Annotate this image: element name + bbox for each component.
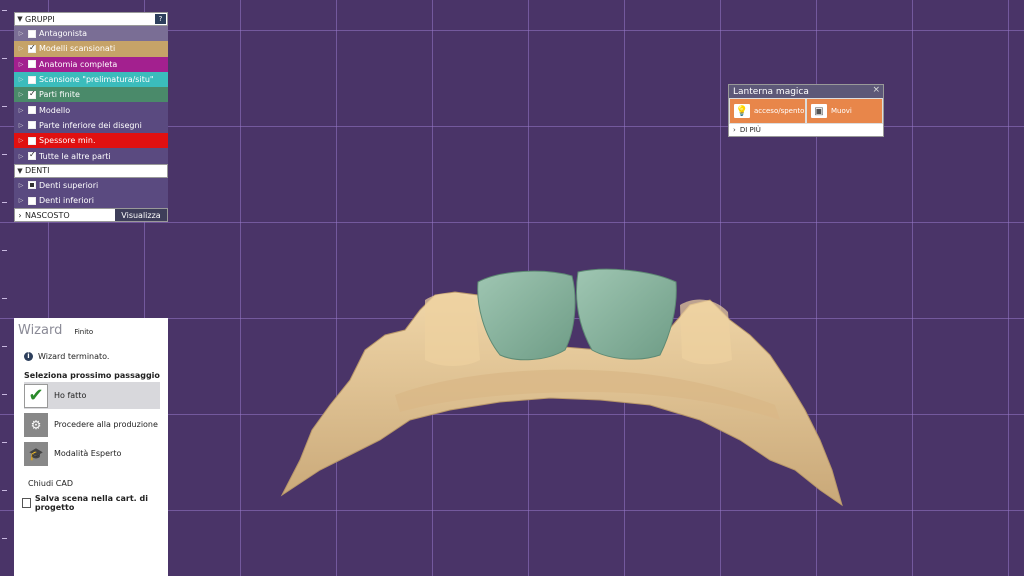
group-row[interactable]: ▷ Anatomia completa	[14, 56, 168, 72]
magic-lantern-panel: Lanterna magica × 💡 acceso/spento ▣ Muov…	[728, 84, 884, 137]
groups-header[interactable]: ▼ GRUPPI ?	[14, 12, 168, 26]
group-row[interactable]: ▷ Scansione "prelimatura/situ"	[14, 71, 168, 88]
group-row[interactable]: ▷ Parti finite	[14, 87, 168, 103]
expand-arrow-icon[interactable]: ▷	[14, 61, 28, 68]
group-label: Modelli scansionati	[39, 44, 116, 54]
teeth-row[interactable]: ▷ Denti inferiori	[14, 192, 168, 209]
wizard-info-text: Wizard terminato.	[38, 352, 110, 361]
expand-arrow-icon[interactable]: ▷	[14, 137, 28, 144]
next-step-heading: Seleziona prossimo passaggio	[24, 371, 160, 380]
hidden-footer: › NASCOSTO Visualizza	[14, 208, 168, 223]
group-row[interactable]: ▷ Antagonista	[14, 26, 168, 42]
wizard-step[interactable]: 🎓 Modalità Esperto	[24, 440, 160, 467]
wizard-step-label: Procedere alla produzione	[54, 420, 158, 429]
expand-arrow-icon[interactable]: ▷	[14, 45, 28, 52]
expand-arrow-icon[interactable]: ▷	[14, 197, 28, 204]
chevron-right-icon: ›	[733, 126, 736, 134]
wizard-title: Wizard	[18, 323, 63, 338]
show-button[interactable]: Visualizza	[115, 209, 167, 222]
expand-arrow-icon[interactable]: ▷	[14, 153, 28, 160]
group-label: Scansione "prelimatura/situ"	[39, 75, 154, 85]
expand-arrow-icon[interactable]: ▷	[14, 122, 28, 129]
lamp-icon: 💡	[734, 104, 750, 118]
toggle-on-off-label: acceso/spento	[754, 107, 805, 115]
more-label: DI PIÙ	[739, 126, 761, 134]
group-label: Spessore min.	[39, 136, 96, 146]
group-checkbox[interactable]	[28, 150, 36, 161]
chevron-down-icon: ▼	[17, 166, 23, 175]
toggle-on-off-button[interactable]: 💡 acceso/spento	[730, 99, 805, 123]
groups-panel: ▼ GRUPPI ? ▷ Antagonista ▷ Modelli scansion…	[14, 12, 168, 223]
group-row[interactable]: ▷ Parte inferiore dei disegni	[14, 117, 168, 134]
groups-title: GRUPPI	[25, 14, 55, 24]
wizard-step-label: Ho fatto	[54, 391, 87, 400]
teeth-row[interactable]: ▷ Denti superiori	[14, 177, 168, 193]
crown-right[interactable]	[576, 268, 677, 360]
group-label: Parti finite	[39, 90, 80, 100]
hidden-toggle[interactable]: › NASCOSTO	[15, 209, 115, 221]
group-checkbox[interactable]	[28, 75, 36, 84]
group-checkbox[interactable]	[28, 136, 36, 145]
close-cad-link[interactable]: Chiudi CAD	[28, 479, 168, 488]
teeth-label: Denti superiori	[39, 180, 99, 190]
expand-arrow-icon[interactable]: ▷	[14, 107, 28, 114]
move-label: Muovi	[831, 107, 852, 115]
chevron-right-icon: ›	[18, 210, 22, 220]
group-label: Modello	[39, 105, 71, 115]
help-button[interactable]: ?	[155, 14, 166, 24]
wizard-info: i Wizard terminato.	[24, 352, 168, 361]
more-toggle[interactable]: › DI PIÙ	[729, 124, 883, 136]
save-scene-option[interactable]: Salva scena nella cart. di progetto	[22, 494, 168, 512]
magic-lantern-title-bar: Lanterna magica ×	[729, 85, 883, 98]
group-checkbox[interactable]	[28, 106, 36, 115]
teeth-title: DENTI	[25, 166, 50, 176]
save-scene-checkbox[interactable]	[22, 498, 31, 508]
expand-arrow-icon[interactable]: ▷	[14, 91, 28, 98]
expand-arrow-icon[interactable]: ▷	[14, 30, 28, 37]
info-icon: i	[24, 352, 33, 361]
group-row[interactable]: ▷ Modelli scansionati	[14, 41, 168, 57]
production-icon: ⚙	[24, 412, 48, 437]
group-row[interactable]: ▷ Spessore min.	[14, 133, 168, 149]
move-icon: ▣	[811, 104, 827, 118]
teeth-header[interactable]: ▼ DENTI	[14, 163, 168, 178]
graduation-cap-icon: 🎓	[24, 441, 48, 466]
group-row[interactable]: ▷ Tutte le altre parti	[14, 148, 168, 164]
expand-arrow-icon[interactable]: ▷	[14, 182, 28, 189]
wizard-step[interactable]: ⚙ Procedere alla produzione	[24, 411, 160, 438]
group-checkbox[interactable]	[28, 60, 36, 69]
wizard-step[interactable]: ✔ Ho fatto	[24, 382, 160, 409]
wizard-panel: Wizard Finito i Wizard terminato. Selezi…	[14, 318, 168, 576]
group-label: Antagonista	[39, 29, 88, 39]
wizard-status: Finito	[74, 328, 94, 336]
group-checkbox[interactable]	[28, 89, 36, 99]
group-label: Tutte le altre parti	[39, 151, 111, 161]
group-checkbox[interactable]	[28, 43, 36, 53]
group-checkbox[interactable]	[28, 121, 36, 130]
hidden-label: NASCOSTO	[25, 210, 70, 220]
wizard-step-label: Modalità Esperto	[54, 449, 122, 458]
close-icon[interactable]: ×	[872, 85, 880, 95]
teeth-checkbox[interactable]	[28, 196, 36, 205]
save-scene-label: Salva scena nella cart. di progetto	[34, 494, 148, 512]
teeth-checkbox[interactable]	[28, 181, 36, 190]
group-row[interactable]: ▷ Modello	[14, 102, 168, 118]
group-checkbox[interactable]	[28, 29, 36, 38]
magic-lantern-title: Lanterna magica	[733, 86, 809, 97]
group-label: Anatomia completa	[39, 59, 118, 69]
teeth-label: Denti inferiori	[39, 196, 95, 206]
move-button[interactable]: ▣ Muovi	[807, 99, 882, 123]
group-label: Parte inferiore dei disegni	[39, 120, 142, 130]
expand-arrow-icon[interactable]: ▷	[14, 76, 28, 83]
check-icon: ✔	[24, 383, 48, 408]
chevron-down-icon: ▼	[17, 15, 23, 23]
